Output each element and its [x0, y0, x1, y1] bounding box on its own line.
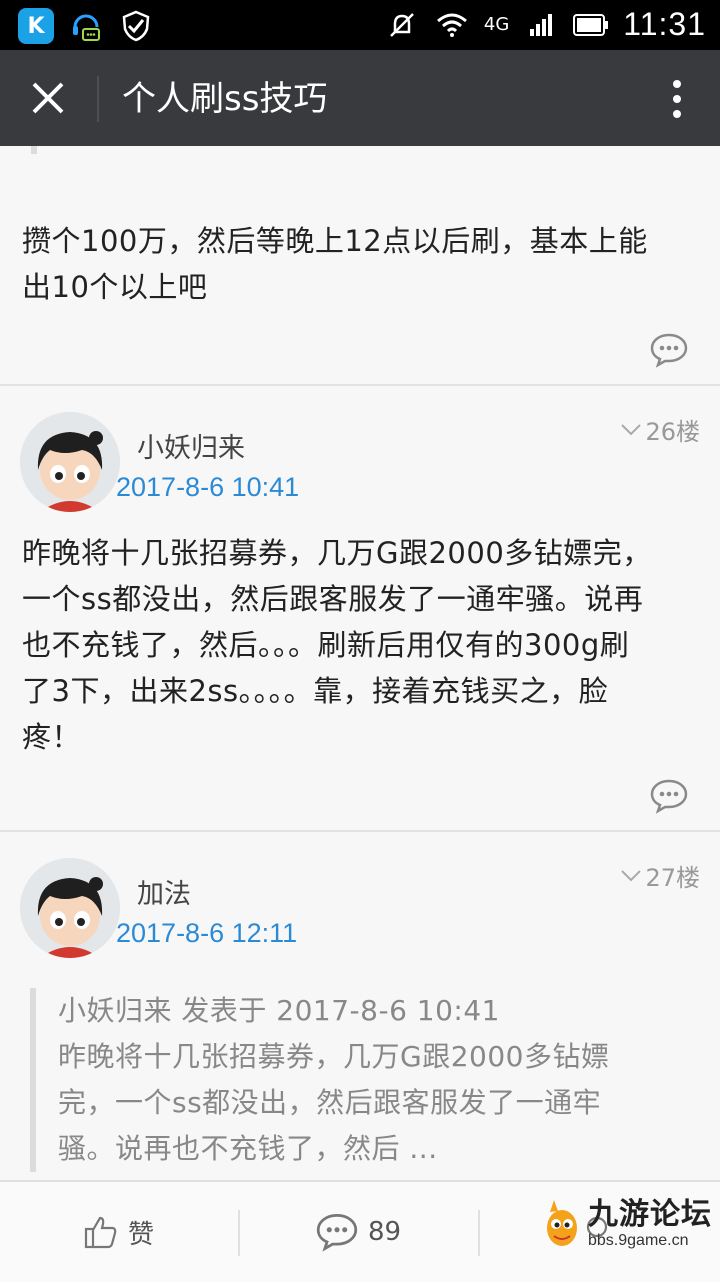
floor-number[interactable]: 27楼 — [621, 858, 700, 893]
kugou-app-icon: K — [18, 8, 54, 44]
avatar[interactable] — [20, 858, 120, 958]
close-button[interactable] — [18, 72, 78, 124]
ring-off-icon — [384, 7, 420, 43]
reply-comment-icon[interactable] — [650, 332, 688, 368]
post-timestamp: 2017-8-6 12:11 — [116, 918, 298, 948]
title-bar: 个人刷ss技巧 — [0, 50, 720, 146]
floor-number[interactable]: 26楼 — [621, 412, 700, 447]
reply-comment-icon[interactable] — [650, 778, 688, 814]
post-divider — [0, 830, 720, 832]
bar-separator — [478, 1210, 480, 1256]
post-list[interactable]: 攒个100万，然后等晚上12点以后刷，基本上能 出10个以上吧 小妖归来 201… — [0, 146, 720, 1180]
like-button[interactable]: 赞 — [84, 1182, 154, 1282]
post-line: 也不充钱了，然后。。。刷新后用仅有的300g刷 — [22, 628, 630, 662]
quote-line: 昨晚将十几张招募券，几万G跟2000多钻嫖 — [58, 1040, 610, 1073]
post-timestamp: 2017-8-6 10:41 — [116, 472, 300, 502]
wifi-icon — [434, 7, 470, 43]
clock: 11:31 — [623, 6, 706, 42]
avatar[interactable] — [20, 412, 120, 512]
post-line: 了3下，出来2ss。。。。靠，接着充钱买之，脸 — [22, 674, 609, 708]
comment-icon — [316, 1214, 358, 1252]
battery-icon — [573, 7, 609, 43]
headset-chat-icon — [68, 8, 104, 44]
status-bar: K 4G 11:31 — [0, 0, 720, 50]
comment-button[interactable]: 89 — [316, 1182, 401, 1282]
quote-line: 完，一个ss都没出，然后跟客服发了一通牢 — [58, 1086, 602, 1119]
post-body: 攒个100万，然后等晚上12点以后刷，基本上能 出10个以上吧 — [22, 218, 702, 310]
comment-count: 89 — [368, 1217, 402, 1247]
ad-block-shield-icon — [118, 8, 154, 44]
watermark-url: bbs.9game.cn — [588, 1232, 689, 1249]
bar-separator — [238, 1210, 240, 1256]
thumbs-up-icon — [84, 1216, 117, 1249]
post-line: 昨晚将十几张招募券，几万G跟2000多钻嫖完， — [22, 536, 652, 570]
more-menu-button[interactable] — [662, 74, 692, 124]
post-line: 出10个以上吧 — [22, 270, 208, 304]
mascot-icon — [547, 1200, 577, 1246]
network-type: 4G — [483, 14, 510, 35]
post-body: 昨晚将十几张招募券，几万G跟2000多钻嫖完， 一个ss都没出，然后跟客服发了一… — [22, 530, 702, 760]
bottom-action-bar: 赞 89 九游论坛 bbs.9game.cn — [0, 1180, 720, 1282]
signal-icon — [523, 7, 559, 43]
quote-header: 小妖归来 发表于 2017-8-6 10:41 — [58, 994, 500, 1027]
chevron-down-icon — [621, 423, 642, 435]
post-line: 一个ss都没出，然后跟客服发了一通牢骚。说再 — [22, 582, 644, 616]
floor-label: 27楼 — [645, 864, 700, 892]
watermark-title: 九游论坛 — [588, 1197, 712, 1232]
username[interactable]: 加法 — [137, 872, 191, 911]
nine-game-logo: 九游论坛 bbs.9game.cn — [542, 1196, 712, 1252]
title-divider — [97, 76, 99, 122]
close-icon — [32, 82, 64, 114]
page-title: 个人刷ss技巧 — [122, 79, 328, 119]
post-line: 疼！ — [22, 720, 82, 754]
username[interactable]: 小妖归来 — [137, 426, 245, 465]
floor-label: 26楼 — [645, 418, 700, 446]
quote-line: 骚。说再也不充钱了，然后 ... — [58, 1132, 438, 1165]
more-vertical-icon — [673, 80, 681, 118]
post-divider — [0, 384, 720, 386]
quote-bar-remnant — [31, 146, 37, 154]
chevron-down-icon — [621, 869, 642, 881]
like-label: 赞 — [128, 1219, 155, 1250]
quoted-post: 小妖归来 发表于 2017-8-6 10:41 昨晚将十几张招募券，几万G跟20… — [30, 988, 718, 1172]
post-line: 攒个100万，然后等晚上12点以后刷，基本上能 — [22, 224, 648, 258]
